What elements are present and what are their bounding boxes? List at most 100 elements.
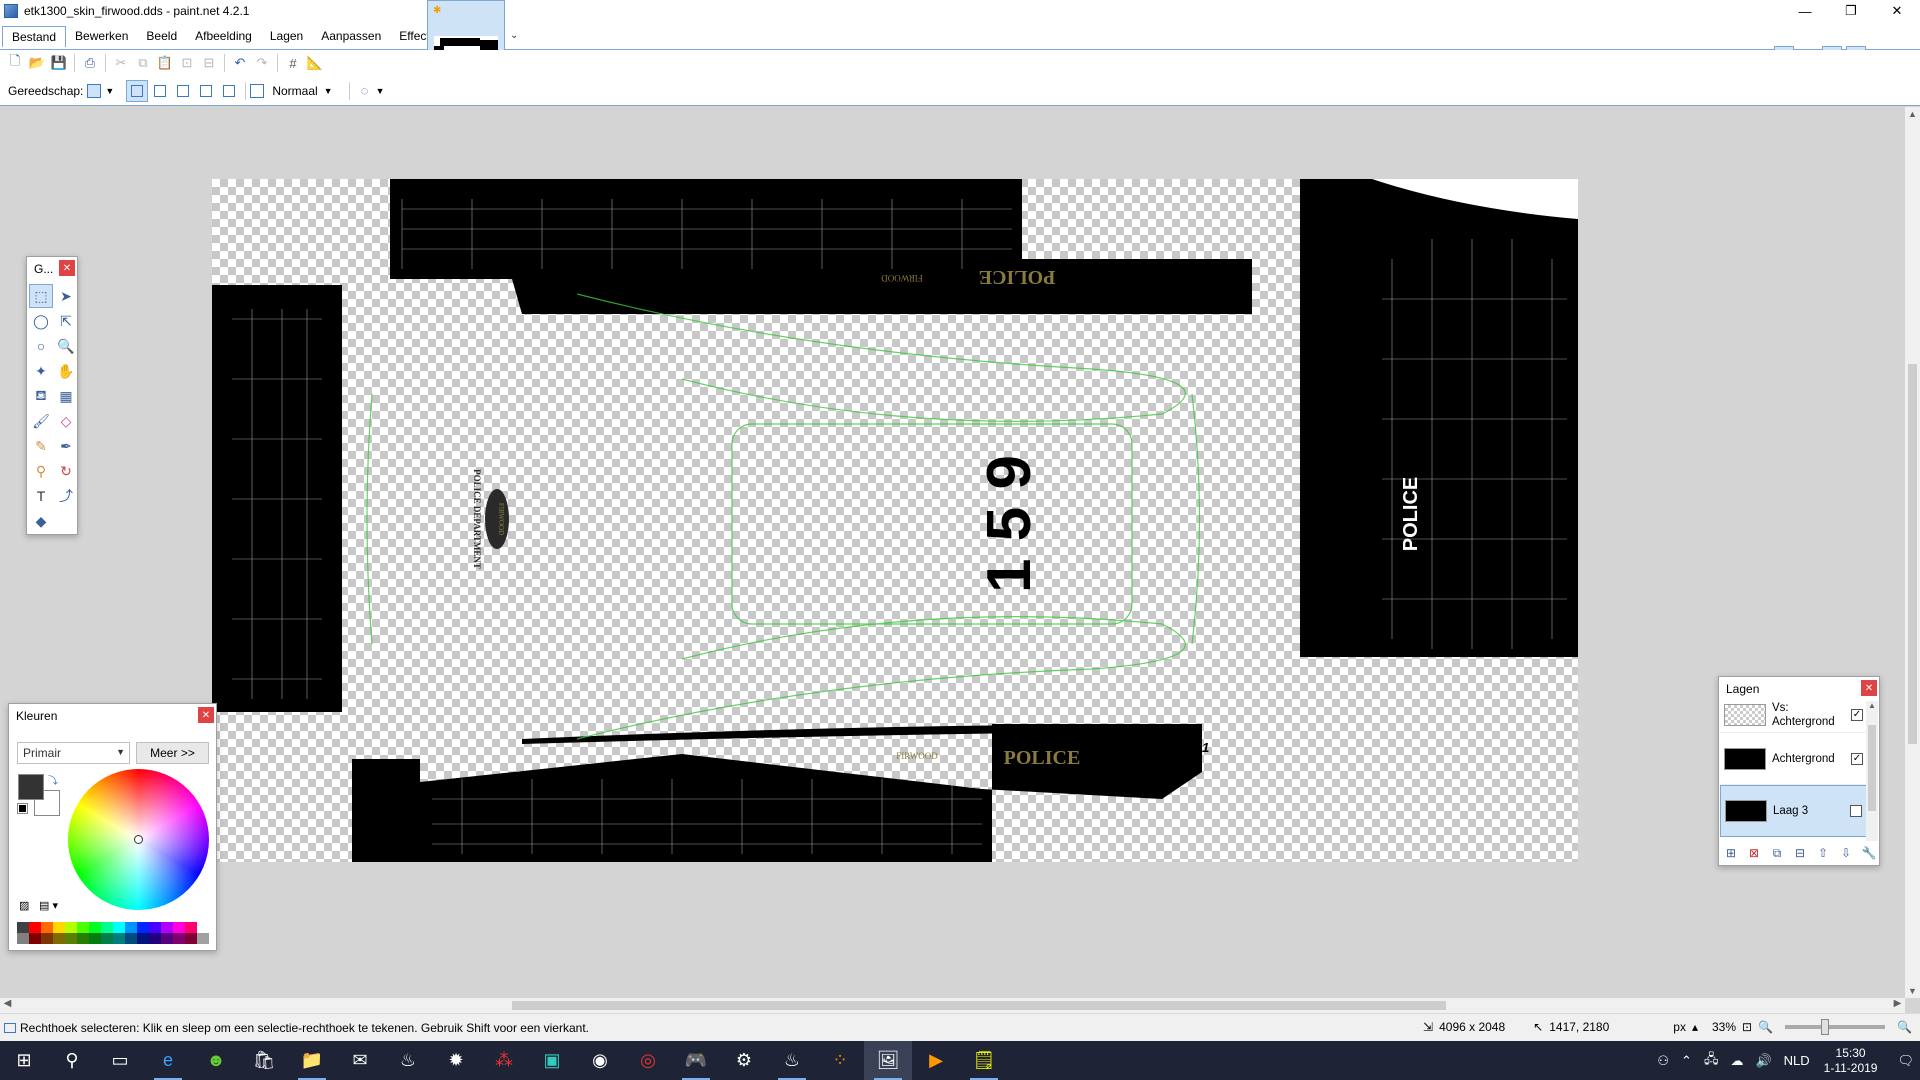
paint-bucket-tool-icon[interactable]: ⛾ [29, 384, 53, 408]
rectangle-select-tool-icon[interactable]: ⬚ [29, 284, 53, 308]
copy-icon[interactable]: ⧉ [132, 53, 154, 73]
minimize-button[interactable]: — [1782, 0, 1828, 22]
horizontal-scrollbar[interactable]: ◀ ▶ [0, 998, 1905, 1013]
palette-swatch[interactable] [53, 933, 65, 944]
move-layer-down-icon[interactable]: ⇩ [1836, 843, 1856, 863]
layers-window-header[interactable]: Lagen ✕ [1719, 677, 1879, 701]
palette-swatch[interactable] [89, 933, 101, 944]
crop-to-selection-icon[interactable]: ⊡ [176, 53, 198, 73]
unit-select[interactable]: px [1673, 1020, 1686, 1034]
file-explorer-icon[interactable]: 📁 [288, 1041, 336, 1080]
layer-row[interactable]: Vs: Achtergrond ✓ [1720, 701, 1867, 733]
antialias-caret-icon[interactable]: ▼ [376, 86, 385, 96]
start-button-icon[interactable]: ⊞ [0, 1041, 48, 1080]
image-canvas[interactable]: DIAL 911 DIAL 911 POLICE FIRWOOD POLICE … [212, 179, 1578, 862]
palette-swatch[interactable] [41, 933, 53, 944]
palette-swatch[interactable] [65, 933, 77, 944]
save-icon[interactable]: 💾 [48, 53, 70, 73]
layer-row[interactable]: Achtergrond ✓ [1720, 733, 1867, 785]
duplicate-layer-icon[interactable]: ⧉ [1767, 843, 1787, 863]
pencil-tool-icon[interactable]: ✎ [29, 434, 53, 458]
delete-layer-icon[interactable]: ⊠ [1744, 843, 1764, 863]
controller-app-icon[interactable]: 🎮 [672, 1041, 720, 1080]
palette-swatch[interactable] [197, 922, 209, 933]
palette-swatch[interactable] [113, 922, 125, 933]
move-selection-tool-icon[interactable]: ⇱ [54, 309, 78, 333]
palette-swatch[interactable] [137, 922, 149, 933]
green-app-icon[interactable]: ☻ [192, 1041, 240, 1080]
color-wheel-cursor[interactable] [134, 835, 143, 844]
steam-client-icon[interactable]: ♨ [768, 1041, 816, 1080]
horizontal-scroll-thumb[interactable] [512, 1001, 1446, 1010]
input-language[interactable]: NLD [1784, 1053, 1810, 1068]
close-button[interactable]: ✕ [1874, 0, 1920, 22]
swap-colors-icon[interactable]: ⤵ [48, 772, 58, 787]
canvas-workspace[interactable]: DIAL 911 DIAL 911 POLICE FIRWOOD POLICE … [0, 107, 1905, 998]
selection-mode-union[interactable] [149, 80, 171, 102]
palette-menu-icon[interactable]: ▤ ▾ [39, 899, 58, 912]
tray-chevron-up-icon[interactable]: ⌃ [1681, 1053, 1692, 1069]
palette-swatch[interactable] [149, 933, 161, 944]
red-dots-app-icon[interactable]: ⁂ [480, 1041, 528, 1080]
paste-icon[interactable]: 📋 [154, 53, 176, 73]
lasso-select-tool-icon[interactable]: ◯ [29, 309, 53, 333]
orange-dots-app-icon[interactable]: ⁘ [816, 1041, 864, 1080]
text-tool-icon[interactable]: T [29, 484, 53, 508]
pan-tool-icon[interactable]: ✋ [54, 359, 78, 383]
menu-edit[interactable]: Bewerken [66, 26, 137, 47]
tools-window-header[interactable]: G... ✕ [27, 257, 77, 281]
notepad-app-icon[interactable]: 🗒 [960, 1041, 1008, 1080]
move-layer-up-icon[interactable]: ⇧ [1813, 843, 1833, 863]
palette-swatch[interactable] [17, 933, 29, 944]
store-icon[interactable]: 🛍 [240, 1041, 288, 1080]
reset-colors-icon[interactable] [17, 803, 28, 814]
palette-swatch[interactable] [101, 922, 113, 933]
tools-window-close-icon[interactable]: ✕ [59, 260, 75, 276]
steam-icon[interactable]: ♨ [384, 1041, 432, 1080]
layer-row-selected[interactable]: Laag 3 [1720, 785, 1867, 837]
colors-window-close-icon[interactable]: ✕ [198, 707, 214, 723]
layer-visibility-checkbox[interactable]: ✓ [1851, 708, 1863, 721]
tool-dropdown-caret-icon[interactable]: ▼ [105, 86, 114, 96]
gradient-tool-icon[interactable]: ▦ [54, 384, 78, 408]
open-file-icon[interactable]: 📂 [26, 53, 48, 73]
blend-mode-value[interactable]: Normaal [272, 84, 317, 98]
color-wheel[interactable] [68, 769, 209, 910]
paintbrush-tool-icon[interactable]: 🖌 [29, 409, 53, 433]
palette-swatch[interactable] [197, 933, 209, 944]
palette-swatch[interactable] [77, 933, 89, 944]
red-circle-app-icon[interactable]: ◎ [624, 1041, 672, 1080]
scroll-right-icon[interactable]: ▶ [1890, 998, 1905, 1013]
unit-caret-icon[interactable]: ▴ [1692, 1020, 1698, 1034]
zoom-in-icon[interactable]: 🔍 [1897, 1020, 1912, 1034]
current-tool-icon[interactable] [87, 83, 102, 98]
scroll-up-icon[interactable]: ▲ [1905, 109, 1920, 119]
zoom-out-icon[interactable]: 🔍 [1758, 1020, 1773, 1034]
palette-swatch[interactable] [41, 922, 53, 933]
layers-window-close-icon[interactable]: ✕ [1861, 680, 1877, 696]
antialias-icon[interactable]: ◌ [354, 81, 376, 101]
paintnet-taskbar-icon[interactable]: 🖼 [864, 1041, 912, 1080]
magic-wand-tool-icon[interactable]: ✦ [29, 359, 53, 383]
palette-swatch[interactable] [185, 922, 197, 933]
line-curve-tool-icon[interactable]: ⤴ [54, 484, 78, 508]
shapes-tool-icon[interactable]: ◆ [29, 509, 53, 533]
zoom-tool-icon[interactable]: 🔍 [54, 334, 78, 358]
more-colors-button[interactable]: Meer >> [136, 742, 209, 764]
add-to-palette-icon[interactable]: ▨ [19, 899, 29, 912]
onedrive-cloud-icon[interactable]: ☁ [1730, 1053, 1743, 1069]
layer-visibility-checkbox[interactable] [1850, 805, 1862, 817]
restore-button[interactable]: ❐ [1828, 0, 1874, 22]
layers-scrollbar[interactable]: ▲ [1866, 701, 1878, 841]
volume-icon[interactable]: 🔊 [1755, 1053, 1771, 1069]
zoom-slider[interactable] [1785, 1019, 1886, 1035]
palette-swatch[interactable] [173, 933, 185, 944]
deselect-icon[interactable]: ⊟ [198, 53, 220, 73]
search-icon[interactable]: ⚲ [48, 1041, 96, 1080]
color-picker-tool-icon[interactable]: ✒ [54, 434, 78, 458]
cut-icon[interactable]: ✂ [110, 53, 132, 73]
mail-icon[interactable]: ✉ [336, 1041, 384, 1080]
merge-layer-down-icon[interactable]: ⊟ [1790, 843, 1810, 863]
menu-view[interactable]: Beeld [137, 26, 186, 47]
print-icon[interactable]: ⎙ [79, 53, 101, 73]
